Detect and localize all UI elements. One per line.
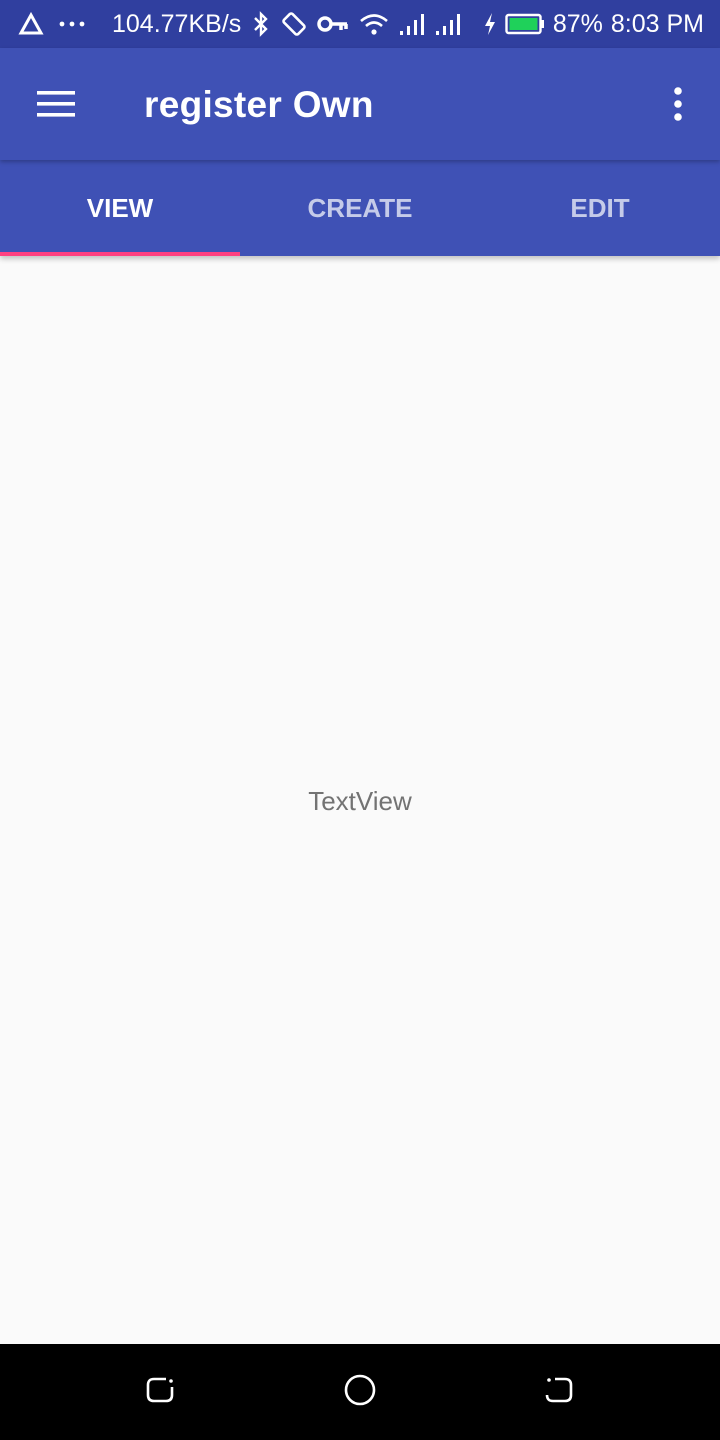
clock: 8:03 PM [610,9,704,38]
charging-icon [483,12,497,36]
overflow-menu-button[interactable] [658,78,698,134]
more-dots-icon [58,20,86,28]
network-speed: 104.77KB/s [112,9,242,38]
bluetooth-icon [251,11,271,37]
signal-icon [399,12,425,36]
page-title: register Own [144,84,374,125]
rotate-icon [281,11,307,37]
status-right-group: 87% 8:03 PM [483,10,704,39]
tab-bar: VIEW CREATE EDIT [0,160,720,256]
status-icons [251,11,461,37]
back-button[interactable] [539,1372,579,1412]
tab-view[interactable]: VIEW [0,160,240,256]
menu-button[interactable] [26,78,86,134]
signal-icon [435,12,461,36]
content-area: TextView [0,256,720,1344]
tab-label: VIEW [86,192,154,223]
tab-label: CREATE [307,192,413,223]
home-icon [343,1373,377,1412]
tab-indicator [0,252,240,256]
more-vert-icon [673,86,683,126]
tab-edit[interactable]: EDIT [480,160,720,256]
alert-triangle-icon [18,12,44,36]
home-button[interactable] [340,1372,380,1412]
status-bar: 104.77KB/s 87% 8:03 PM [0,0,720,48]
app-bar: register Own [0,48,720,160]
hamburger-menu-icon [37,90,75,123]
navigation-bar [0,1344,720,1440]
recent-apps-icon [144,1374,176,1411]
recent-apps-button[interactable] [140,1372,180,1412]
battery-icon [505,13,545,35]
text-view: TextView [308,786,412,816]
battery-percent: 87% [552,9,603,38]
vpn-key-icon [317,14,349,34]
wifi-icon [359,12,389,36]
status-left-group [18,12,86,36]
tab-label: EDIT [570,192,630,223]
tab-create[interactable]: CREATE [240,160,480,256]
back-icon [543,1374,575,1411]
